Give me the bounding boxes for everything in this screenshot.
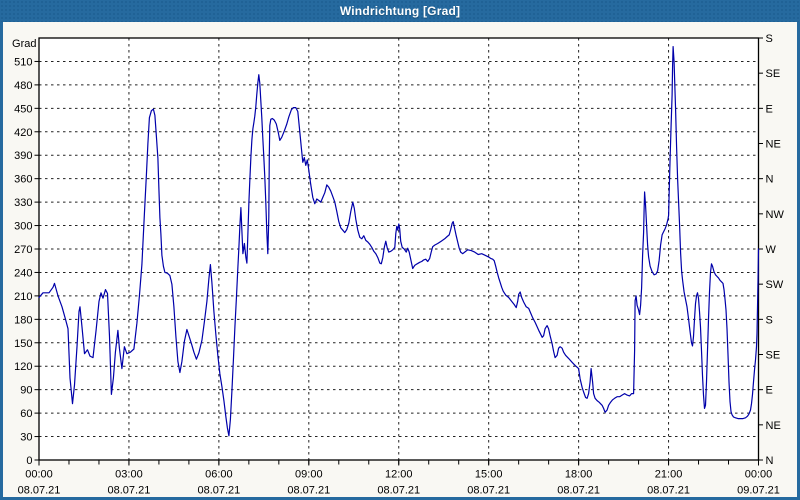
compass-tick-label: E — [766, 103, 773, 115]
compass-tick-label: SE — [766, 350, 781, 362]
y-axis-tick-label: 330 — [14, 197, 32, 209]
x-axis-time-label: 00:00 — [25, 469, 53, 481]
x-axis-date-label: 08.07.21 — [287, 485, 330, 497]
compass-tick-label: S — [766, 33, 773, 45]
compass-tick-label: N — [766, 455, 774, 467]
x-axis-time-label: 06:00 — [205, 469, 233, 481]
compass-tick-label: S — [766, 314, 773, 326]
x-axis-date-label: 08.07.21 — [197, 485, 240, 497]
y-axis-tick-label: 300 — [14, 221, 32, 233]
x-axis-time-label: 03:00 — [115, 469, 143, 481]
compass-tick-label: N — [766, 174, 774, 186]
y-axis-tick-label: 210 — [14, 291, 32, 303]
x-axis-date-label: 08.07.21 — [108, 485, 151, 497]
compass-tick-label: SW — [766, 279, 784, 291]
x-axis-date-label: 08.07.21 — [377, 485, 420, 497]
x-axis-date-label: 08.07.21 — [647, 485, 690, 497]
x-axis-time-label: 00:00 — [745, 469, 773, 481]
window-title: Windrichtung [Grad] — [339, 4, 461, 18]
compass-tick-label: W — [766, 244, 777, 256]
y-axis-tick-label: 60 — [20, 408, 32, 420]
x-axis-date-label: 09.07.21 — [737, 485, 780, 497]
y-axis-tick-label: 150 — [14, 338, 32, 350]
y-axis-unit-label: Grad — [12, 38, 36, 50]
y-axis-tick-label: 360 — [14, 174, 32, 186]
x-axis-date-label: 08.07.21 — [467, 485, 510, 497]
y-axis-tick-label: 480 — [14, 80, 32, 92]
x-axis-time-label: 18:00 — [565, 469, 593, 481]
y-axis-tick-label: 450 — [14, 103, 32, 115]
y-axis-tick-label: 120 — [14, 361, 32, 373]
compass-tick-label: NE — [766, 139, 781, 151]
y-axis-tick-label: 0 — [26, 455, 32, 467]
y-axis-tick-label: 420 — [14, 127, 32, 139]
x-axis-time-label: 21:00 — [655, 469, 683, 481]
y-axis-tick-label: 180 — [14, 314, 32, 326]
x-axis-time-label: 12:00 — [385, 469, 413, 481]
y-axis-tick-label: 390 — [14, 150, 32, 162]
compass-tick-label: SE — [766, 68, 781, 80]
x-axis-date-label: 08.07.21 — [557, 485, 600, 497]
window-border-left — [0, 22, 3, 500]
app-window: Windrichtung [Grad] 0 30 60 90 120 150 180 210 2… — [0, 0, 800, 500]
y-axis-tick-label: 240 — [14, 267, 32, 279]
y-axis-tick-label: 90 — [20, 385, 32, 397]
y-axis-tick-label: 270 — [14, 244, 32, 256]
wind-direction-chart: 0 30 60 90 120 150 180 210 240 270 300 330 360 390 420… — [12, 33, 785, 497]
x-axis-time-label: 15:00 — [475, 469, 503, 481]
compass-tick-label: NW — [766, 209, 785, 221]
compass-tick-label: NE — [766, 420, 781, 432]
x-axis-date-label: 08.07.21 — [18, 485, 61, 497]
compass-tick-label: E — [766, 385, 773, 397]
y-axis-tick-label: 30 — [20, 432, 32, 444]
y-axis-tick-label: 510 — [14, 56, 32, 68]
x-axis-time-label: 09:00 — [295, 469, 323, 481]
window-titlebar[interactable]: Windrichtung [Grad] — [0, 0, 800, 22]
